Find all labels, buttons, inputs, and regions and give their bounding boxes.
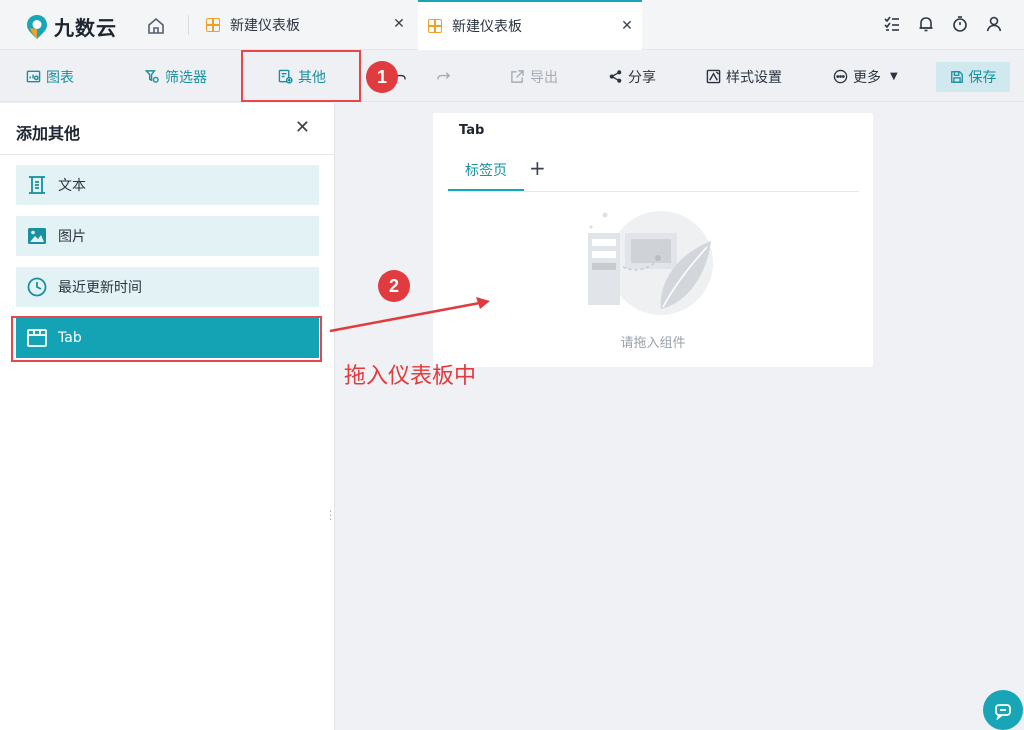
widget-image[interactable]: 图片 [16, 216, 319, 256]
close-icon[interactable]: ✕ [620, 18, 634, 34]
filter-label: 筛选器 [165, 69, 207, 86]
export-button[interactable]: 导出 [510, 51, 558, 102]
top-tab-bar: 九数云 新建仪表板 ✕ 新建仪表板 ✕ [0, 0, 1024, 50]
filter-button[interactable]: 筛选器 [145, 51, 207, 102]
chart-label: 图表 [46, 69, 74, 86]
dashboard-icon [206, 18, 220, 32]
annotation-highlight-tab [11, 316, 322, 362]
export-icon [511, 70, 524, 83]
bell-icon[interactable] [916, 14, 936, 34]
chart-button[interactable]: 图表 [26, 51, 74, 102]
step-badge-1: 1 [366, 61, 398, 93]
close-icon[interactable]: ✕ [392, 16, 406, 32]
share-label: 分享 [628, 69, 656, 86]
chart-icon [26, 70, 41, 83]
more-label: 更多 [853, 69, 881, 86]
image-icon [28, 228, 46, 244]
clock-icon [27, 277, 47, 297]
save-label: 保存 [968, 70, 997, 86]
save-button[interactable]: 保存 [936, 62, 1010, 92]
tab-label: 新建仪表板 [230, 18, 300, 34]
widget-label: 图片 [58, 229, 86, 245]
home-icon[interactable] [146, 16, 166, 36]
redo-button[interactable] [436, 51, 451, 102]
style-settings-button[interactable]: 样式设置 [706, 51, 782, 102]
tab-label: 新建仪表板 [452, 19, 522, 35]
style-icon [706, 69, 721, 84]
task-list-icon[interactable] [882, 14, 902, 34]
share-button[interactable]: 分享 [608, 51, 656, 102]
panel-title: 添加其他 [16, 124, 81, 143]
caret-down-icon: ▼ [890, 71, 898, 82]
editor-toolbar: 图表 筛选器 其他 导出 分享 样式设置 更多 ▼ [0, 51, 1024, 102]
widget-last-update-time[interactable]: 最近更新时间 [16, 267, 319, 307]
tab-dashboard-1[interactable]: 新建仪表板 ✕ [196, 0, 414, 50]
chat-icon [995, 704, 1011, 720]
drag-hint-text: 拖入仪表板中 [344, 364, 477, 389]
panel-resize-handle[interactable]: · · · [329, 508, 332, 526]
widget-text[interactable]: 文本 [16, 165, 319, 205]
panel-header: 添加其他 ✕ [0, 103, 334, 155]
user-icon[interactable] [984, 14, 1004, 34]
redo-icon [437, 72, 451, 80]
customer-service-button[interactable] [983, 690, 1023, 730]
empty-state-illustration [588, 211, 713, 315]
tab-page-label: 标签页 [465, 163, 507, 179]
top-right-actions [882, 14, 1004, 34]
timer-icon[interactable] [950, 14, 970, 34]
export-label: 导出 [530, 69, 558, 86]
widget-label: 文本 [58, 178, 86, 194]
filter-icon [145, 70, 159, 83]
tab-page[interactable]: 标签页 [448, 157, 524, 191]
drag-arrow [329, 297, 490, 333]
app-logo[interactable]: 九数云 [26, 12, 117, 41]
tab-dashboard-2[interactable]: 新建仪表板 ✕ [418, 0, 642, 50]
tab-underline [448, 191, 859, 192]
add-other-panel: 添加其他 ✕ 文本 图片 最近更新时间 Tab · · · [0, 103, 335, 730]
close-icon[interactable]: ✕ [295, 117, 310, 138]
annotation-highlight-other [241, 50, 361, 102]
logo-icon [27, 14, 47, 39]
style-label: 样式设置 [726, 69, 782, 86]
add-tab-icon[interactable]: + [529, 158, 546, 178]
save-icon [950, 71, 963, 83]
widget-label: 最近更新时间 [58, 280, 142, 296]
text-icon [29, 176, 45, 194]
share-icon [609, 70, 622, 83]
more-button[interactable]: 更多 ▼ [833, 51, 898, 102]
logo-text: 九数云 [54, 16, 117, 40]
more-icon [833, 69, 848, 84]
dashboard-icon [428, 19, 442, 33]
card-title: Tab [459, 123, 485, 138]
divider [188, 15, 189, 35]
